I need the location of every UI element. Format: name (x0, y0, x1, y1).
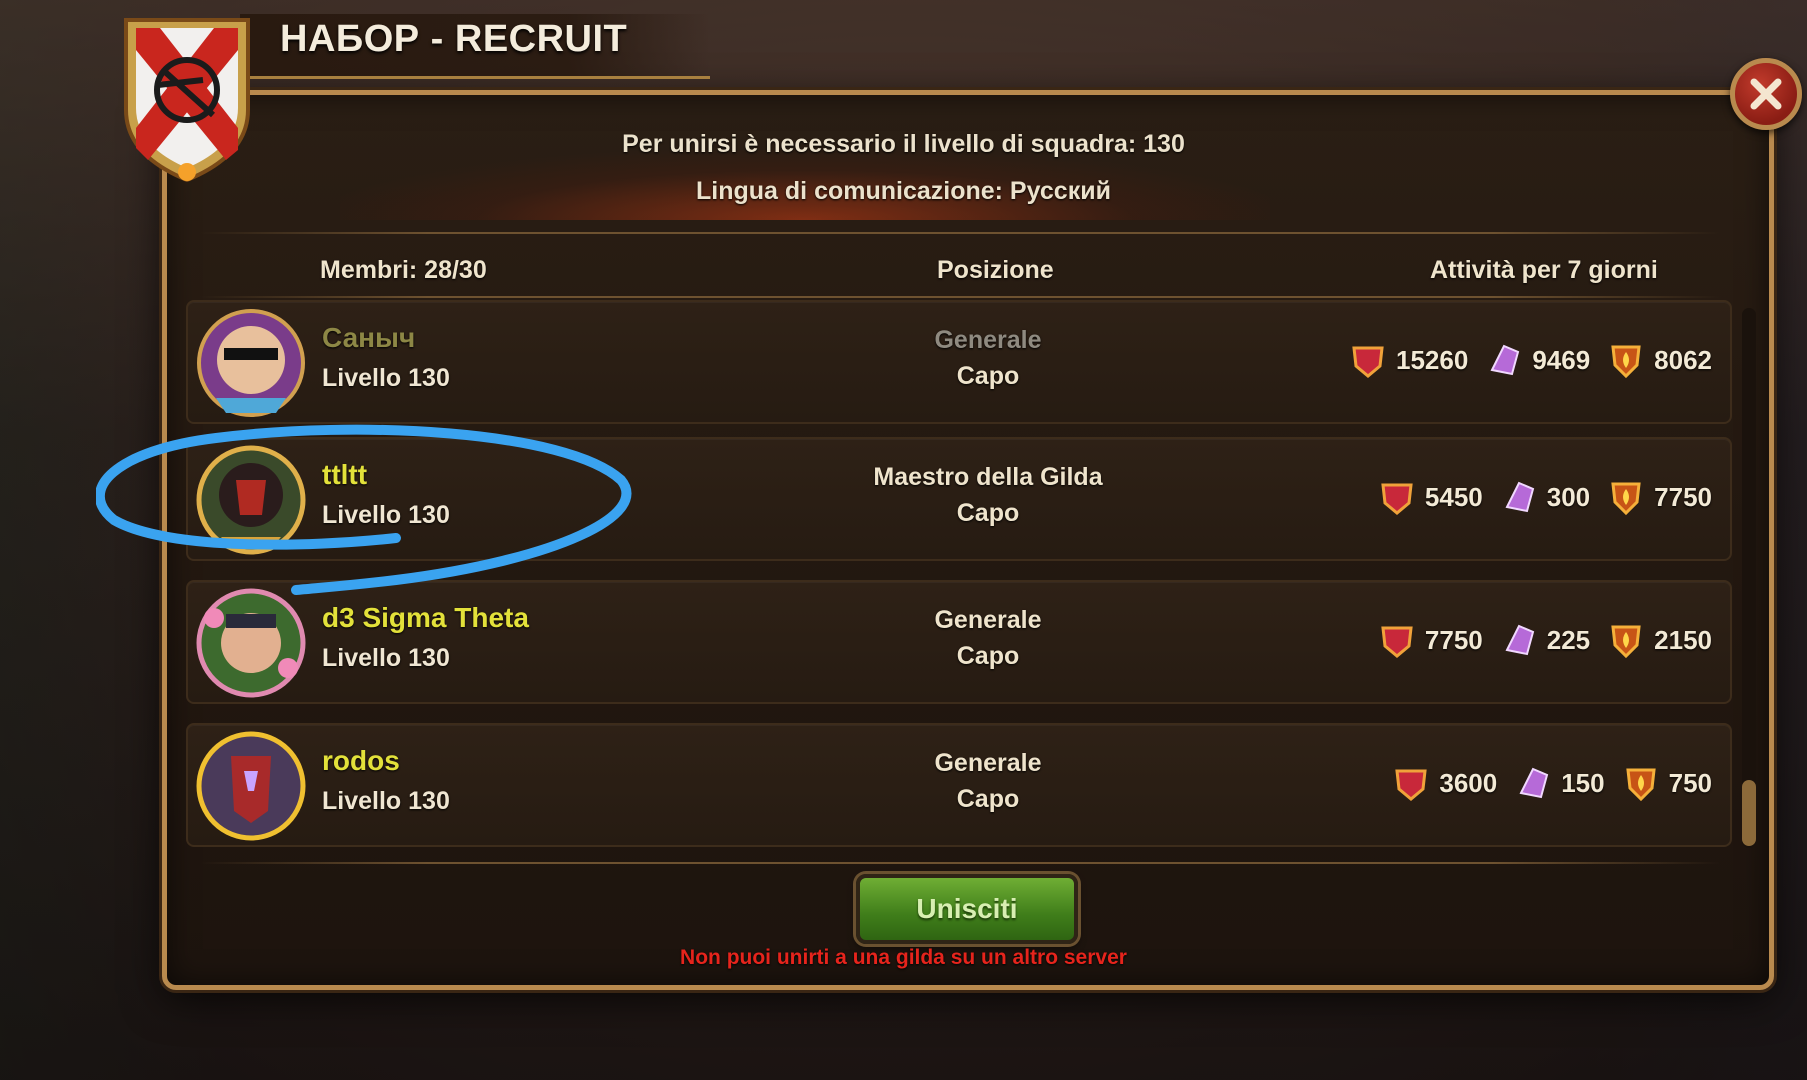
member-level: Livello 130 (322, 364, 450, 392)
member-avatar (196, 731, 306, 841)
purple-titanite-crystal-icon (1505, 624, 1534, 656)
red-guild-shield-icon (1381, 483, 1413, 515)
member-rank: Capo (956, 642, 1020, 670)
orange-flame-shield-icon (1611, 625, 1641, 659)
close-button[interactable] (1730, 58, 1802, 130)
close-x-icon (1750, 78, 1782, 110)
columns-divider (200, 296, 1720, 298)
member-rank: Capo (956, 499, 1020, 527)
member-rank: Capo (956, 785, 1020, 813)
member-row[interactable]: Саныч Livello 130 Generale Capo 15260 94… (186, 300, 1732, 424)
stat-value: 15260 (1396, 344, 1469, 375)
red-guild-shield-icon (1395, 769, 1428, 801)
member-role: Maestro della Gilda (873, 463, 1103, 491)
activity-stats: 7750 225 2150 (1377, 618, 1720, 662)
member-row[interactable]: rodos Livello 130 Generale Capo 3600 150… (186, 723, 1732, 847)
level-requirement: Per unirsi è necessario il livello di sq… (622, 130, 1185, 158)
activity-stats: 5450 300 7750 (1377, 475, 1720, 519)
stat-value: 7750 (1654, 481, 1712, 512)
footer-divider (200, 862, 1720, 864)
window-title: НАБОР - RECRUIT (280, 18, 628, 60)
orange-flame-shield-icon (1611, 345, 1641, 379)
server-warning: Non puoi unirti a una gilda su un altro … (680, 946, 1127, 969)
orange-flame-shield-icon (1625, 768, 1656, 802)
orange-flame-shield-icon (1611, 482, 1641, 516)
stat-value: 9469 (1532, 344, 1591, 375)
stat-value: 8062 (1654, 344, 1712, 375)
member-rank: Capo (956, 362, 1020, 390)
purple-titanite-crystal-icon (1505, 481, 1534, 513)
red-guild-shield-icon (1381, 626, 1413, 658)
stat-value: 225 (1546, 624, 1591, 655)
activity-stats: 3600 150 750 (1391, 761, 1720, 805)
red-guild-shield-icon (1352, 346, 1384, 378)
member-level: Livello 130 (322, 787, 450, 815)
stat-value: 3600 (1439, 767, 1498, 798)
member-role: Generale (934, 606, 1042, 634)
stat-value: 2150 (1654, 624, 1712, 655)
stat-value: 150 (1561, 767, 1605, 798)
activity-header: Attività per 7 giorni (1430, 256, 1658, 284)
member-role: Generale (934, 326, 1042, 354)
stat-value: 7750 (1424, 624, 1483, 655)
header-divider (200, 232, 1720, 234)
language-info: Lingua di comunicazione: Русский (696, 177, 1111, 205)
member-level: Livello 130 (322, 644, 450, 672)
blue-highlight-annotation (96, 424, 632, 595)
members-count-header: Membri: 28/30 (320, 256, 487, 284)
join-button[interactable]: Unisciti (856, 874, 1078, 944)
position-header: Posizione (937, 256, 1054, 284)
member-avatar (197, 309, 305, 417)
member-name: Саныч (322, 322, 416, 353)
activity-stats: 15260 9469 8062 (1348, 338, 1720, 382)
purple-titanite-crystal-icon (1490, 344, 1520, 376)
scrollbar-track[interactable] (1742, 308, 1756, 848)
member-role: Generale (934, 749, 1042, 777)
scrollbar-thumb[interactable] (1742, 780, 1756, 846)
stat-value: 5450 (1424, 481, 1483, 512)
purple-titanite-crystal-icon (1519, 767, 1549, 799)
member-name: rodos (322, 745, 400, 776)
stat-value: 300 (1546, 481, 1591, 512)
stat-value: 750 (1668, 767, 1712, 798)
